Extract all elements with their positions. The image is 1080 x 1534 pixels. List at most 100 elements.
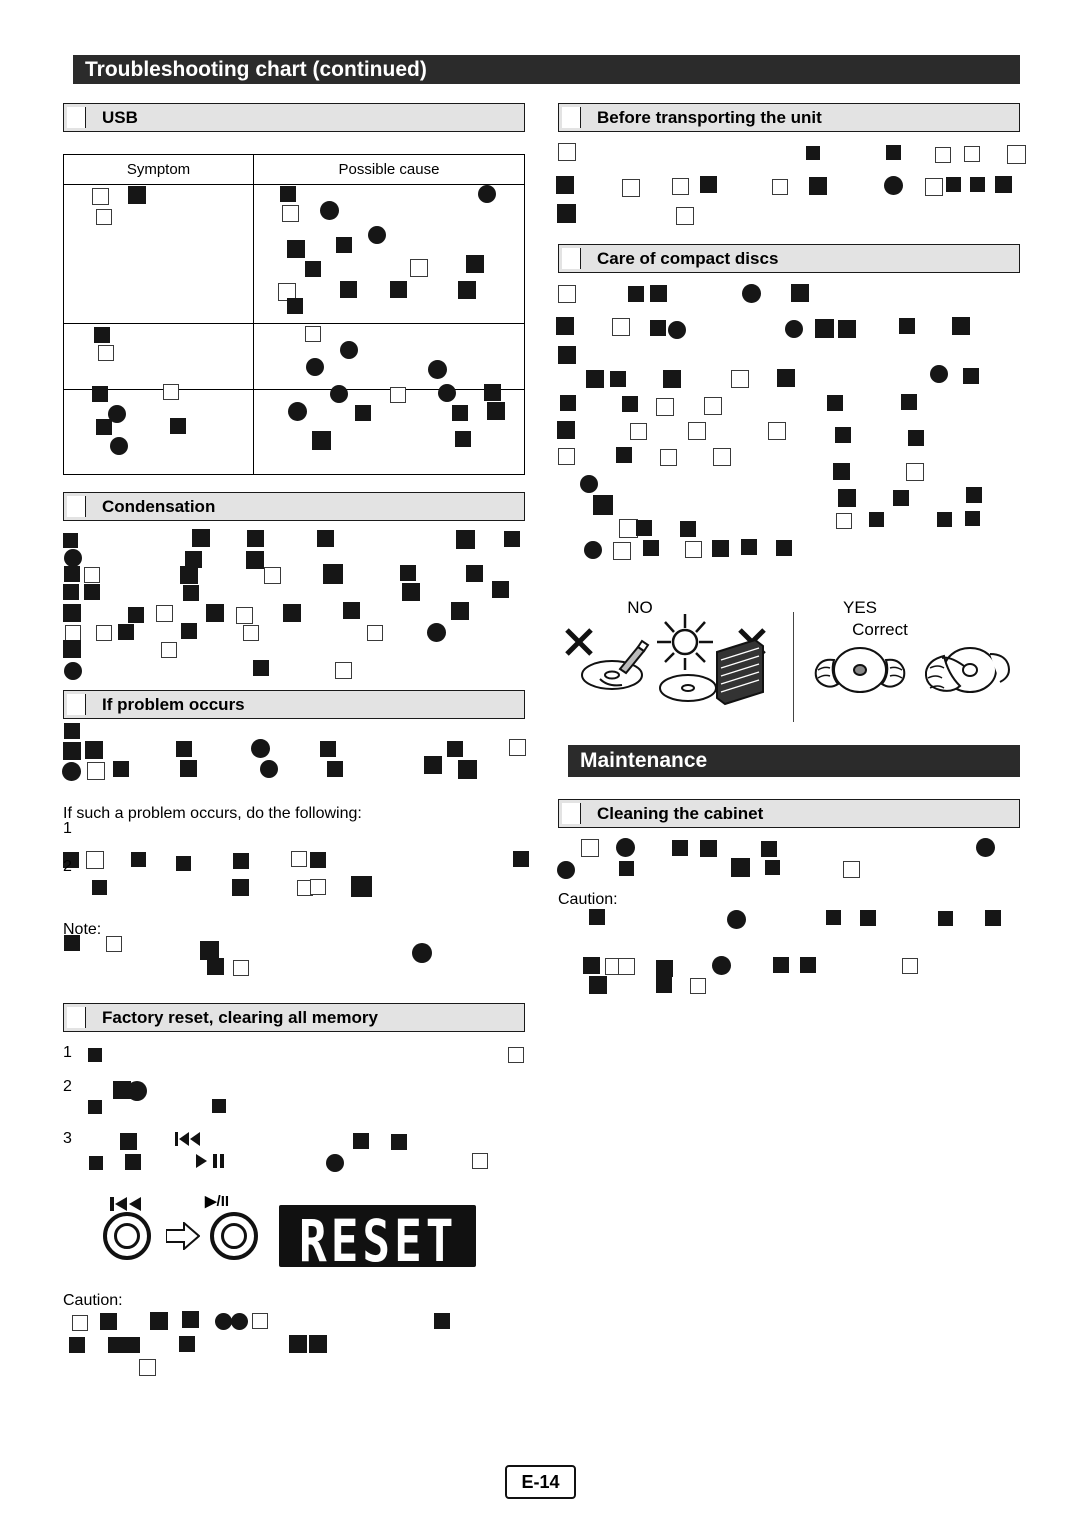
body-text-mark [713,448,731,466]
skip-back-button-illustration [103,1212,151,1260]
body-text-mark [656,977,672,993]
body-text-mark [69,1337,85,1353]
body-text-mark [163,384,179,400]
skip-back-icon [175,1132,200,1146]
body-text-mark [965,511,980,526]
body-text-mark [619,861,634,876]
body-text-mark [966,487,982,503]
body-text-mark [451,602,469,620]
body-text-mark [556,176,574,194]
body-text-mark [88,1100,102,1114]
body-text-mark [128,607,144,623]
body-text-mark [704,397,722,415]
body-text-mark [668,321,686,339]
body-text-mark [935,147,951,163]
body-text-mark [884,176,903,195]
body-text-mark [508,1047,524,1063]
body-text-mark [88,1048,102,1062]
body-text-mark [183,585,199,601]
body-text-mark [466,255,484,273]
body-text-mark [125,1154,141,1170]
body-text-mark [458,760,477,779]
body-text-mark [243,625,259,641]
section-notch [562,803,581,824]
body-text-mark [447,741,463,757]
body-text-mark [287,298,303,314]
body-text-mark [247,530,264,547]
sun-heater-illustration [657,614,764,706]
yes-label: YES [842,598,878,617]
body-text-mark [85,741,103,759]
body-text-mark [612,318,630,336]
body-text-mark [925,178,943,196]
correct-label: Correct [852,620,908,639]
body-text-mark [930,365,948,383]
body-text-mark [438,384,456,402]
body-text-mark [180,566,198,584]
section-header-factory-reset: Factory reset, clearing all memory [63,1003,525,1032]
body-text-mark [472,1153,488,1169]
body-text-mark [893,490,909,506]
body-text-mark [1007,145,1026,164]
body-text-mark [428,360,447,379]
section-notch [67,496,86,517]
body-text-mark [351,876,372,897]
body-text-mark [985,910,1001,926]
body-text-mark [180,760,197,777]
body-text-mark [64,662,82,680]
body-text-mark [492,581,509,598]
section-notch [67,107,86,128]
body-text-mark [663,370,681,388]
body-text-mark [772,179,788,195]
body-text-mark [84,584,100,600]
body-text-mark [424,756,442,774]
body-text-mark [340,281,357,298]
body-text-mark [181,623,197,639]
body-text-mark [791,284,809,302]
skip-back-icon-diagram [110,1197,141,1211]
body-text-mark [233,853,249,869]
body-text-mark [650,285,667,302]
table-cell-symptom [64,390,254,474]
body-text-mark [92,880,107,895]
body-text-mark [335,662,352,679]
body-text-mark [410,259,428,277]
section-header-care-of-discs-label: Care of compact discs [597,248,779,268]
body-text-mark [110,437,128,455]
body-text-mark [672,178,689,195]
body-text-mark [96,625,112,641]
play-pause-label: ▶/II [205,1193,230,1210]
body-text-mark [833,463,850,480]
body-text-mark [86,851,104,869]
body-text-mark [92,386,108,402]
body-text-mark [161,642,177,658]
body-text-mark [827,395,843,411]
body-text-mark [317,530,334,547]
body-text-mark [886,145,901,160]
body-text-mark [94,327,110,343]
body-text-mark [106,936,122,952]
body-text-mark [558,346,576,364]
body-text-mark [835,427,851,443]
body-text-mark [589,976,607,994]
body-text-mark [326,1154,344,1172]
body-text-mark [558,285,576,303]
maintenance-title-text: Maintenance [580,749,708,772]
body-text-mark [838,489,856,507]
section-header-care-of-discs: Care of compact discs [558,244,1020,273]
section-header-usb: USB [63,103,525,132]
body-text-mark [100,1313,117,1330]
body-text-mark [118,624,134,640]
body-text-mark [289,1335,307,1353]
body-text-mark [643,540,659,556]
body-text-mark [330,385,348,403]
body-text-mark [509,739,526,756]
body-text-mark [970,177,985,192]
body-text-mark [741,539,757,555]
page-number: E-14 [505,1465,576,1499]
body-text-mark [336,237,352,253]
body-text-mark [150,1312,168,1330]
body-text-mark [64,723,80,739]
body-text-mark [412,943,432,963]
body-text-mark [264,567,281,584]
